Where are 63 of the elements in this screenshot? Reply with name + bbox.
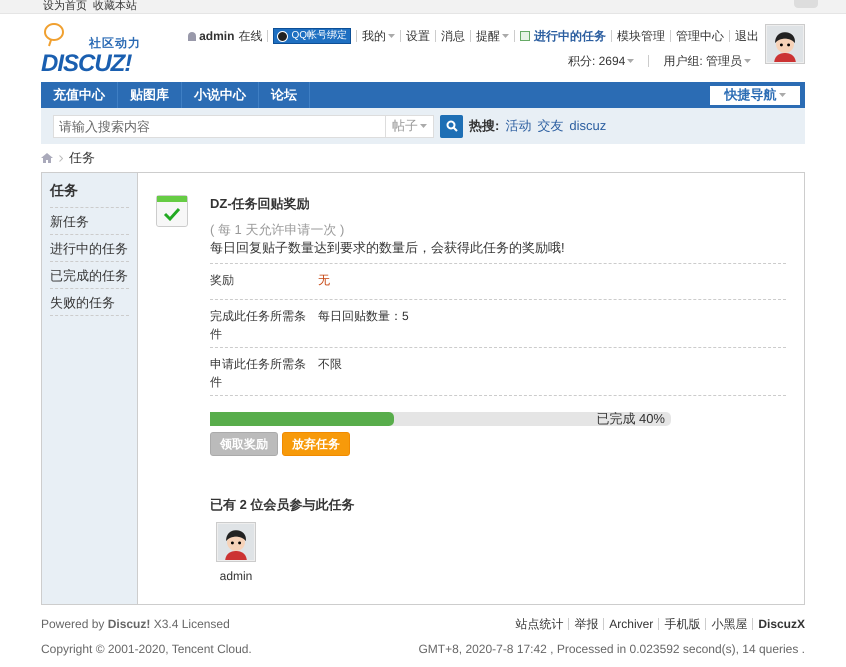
qq-bind-button[interactable]: QQ帐号绑定: [273, 28, 351, 44]
nav-link[interactable]: 模块管理: [617, 27, 665, 45]
task-title: DZ-任务回贴奖励: [210, 195, 311, 213]
footer-link[interactable]: 小黑屋: [711, 615, 748, 633]
footer-link[interactable]: DiscuzX: [758, 615, 805, 633]
footer-link[interactable]: 举报: [574, 615, 598, 633]
nav-link[interactable]: 退出: [735, 27, 759, 45]
detail-value: 无: [318, 272, 331, 289]
online-status: 在线: [238, 28, 262, 45]
nav-link[interactable]: 设置: [406, 27, 430, 45]
detail-label: 奖励: [210, 272, 235, 289]
search-button[interactable]: [440, 114, 463, 138]
nav-link[interactable]: 我的: [362, 27, 395, 45]
progress-reading: 已完成 40%: [596, 412, 665, 426]
sidebar-item[interactable]: 失败的任务: [50, 289, 129, 316]
caret-icon: [744, 59, 751, 63]
breadcrumb-link[interactable]: 任务: [69, 148, 95, 168]
topbar-link[interactable]: 设为首页: [43, 0, 87, 12]
caret-icon: [778, 93, 786, 97]
sidebar-item[interactable]: 新任务: [50, 208, 129, 235]
sidebar-item[interactable]: 进行中的任务: [50, 235, 129, 262]
user-group-link[interactable]: 用户组: 管理员: [663, 52, 751, 70]
sidebar-item[interactable]: 已完成的任务: [50, 262, 129, 289]
caret-icon: [388, 34, 395, 38]
hot-search-label: 热搜:: [469, 117, 500, 136]
nav-link[interactable]: 管理中心: [676, 27, 724, 45]
hot-search-link[interactable]: 活动: [505, 116, 532, 136]
detail-value: 每日回贴数量：5: [318, 308, 410, 325]
hot-search-link[interactable]: 交友: [537, 116, 564, 136]
user-icon: [188, 32, 196, 40]
checkmark-calendar-icon: [156, 195, 188, 227]
footer-link[interactable]: 站点统计: [515, 615, 564, 633]
sidebar-title: 任务: [50, 173, 129, 208]
username-link[interactable]: admin: [199, 27, 234, 45]
footer-link[interactable]: Archiver: [609, 615, 654, 633]
chevron-icon: [59, 154, 63, 162]
discuz-logo[interactable]: 社区动力 DISCUZ!: [41, 22, 151, 78]
hot-search-link[interactable]: discuz: [569, 116, 606, 136]
caret-icon: [420, 124, 427, 128]
credits-link[interactable]: 积分: 2694: [568, 52, 634, 70]
quick-nav-button[interactable]: 快捷导航: [710, 86, 800, 104]
participants-title: 已有 2 位会员参与此任务: [210, 496, 356, 514]
caret-icon: [627, 59, 634, 63]
powered-by-text: Powered by Discuz! X3.4 Licensed: [41, 616, 231, 633]
task-frequency: ( 每 1 天允许申请一次 ): [210, 221, 346, 239]
task-link[interactable]: 进行中的任务: [520, 27, 606, 45]
search-field[interactable]: 请输入搜索内容: [53, 114, 386, 138]
calendar-icon: [520, 31, 530, 41]
detail-value: 不限: [318, 356, 343, 373]
copyright-text: Copyright © 2001-2020, Tencent Cloud.: [41, 641, 252, 658]
member-name[interactable]: admin: [220, 567, 252, 585]
nav-link[interactable]: 提醒: [476, 27, 509, 45]
caret-icon: [502, 34, 509, 38]
detail-label: 完成此任务所需条件: [210, 308, 307, 343]
avatar[interactable]: [765, 24, 805, 64]
nav-link[interactable]: 消息: [441, 27, 465, 45]
search-icon: [446, 120, 458, 132]
stats-text: GMT+8, 2020-7-8 17:42 , Processed in 0.023592 second(s), 14 queries .: [418, 641, 805, 658]
topbar-link[interactable]: 收藏本站: [93, 0, 137, 12]
task-description: 每日回复贴子数量达到要求的数量后，会获得此任务的奖励哦!: [210, 239, 786, 264]
footer-link[interactable]: 手机版: [664, 615, 700, 633]
detail-label: 申请此任务所需条件: [210, 356, 307, 391]
member-avatar[interactable]: [216, 522, 256, 562]
